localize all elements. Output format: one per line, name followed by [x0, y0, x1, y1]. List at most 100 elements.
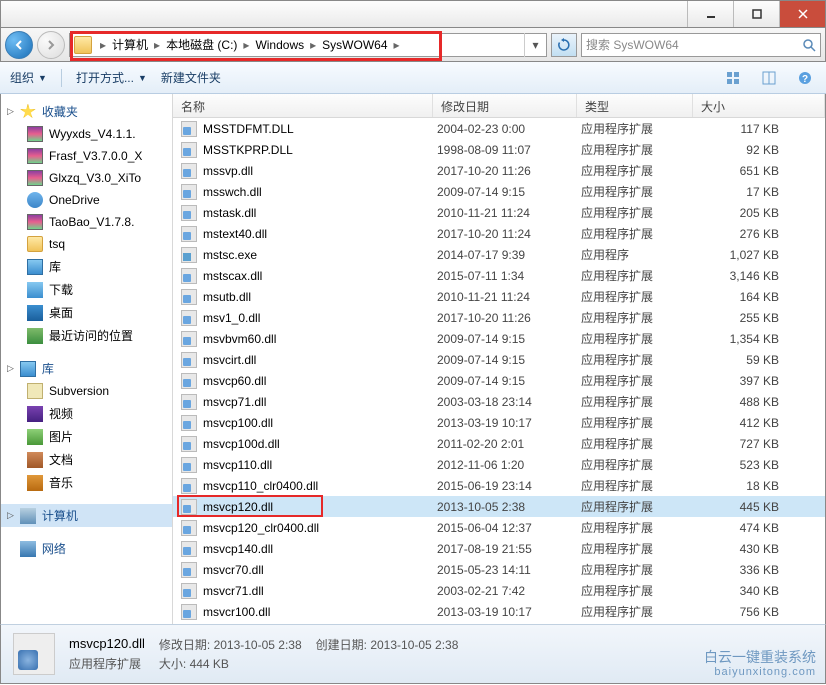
file-icon	[181, 142, 197, 158]
sidebar-item[interactable]: OneDrive	[1, 189, 172, 211]
maximize-button[interactable]	[733, 1, 779, 27]
minimize-button[interactable]	[687, 1, 733, 27]
file-icon	[181, 499, 197, 515]
chevron-right-icon[interactable]: ▸	[239, 38, 253, 52]
sidebar-item[interactable]: 文档	[1, 448, 172, 471]
sidebar-network[interactable]: ▷网络	[1, 537, 172, 560]
file-row[interactable]: msvcp100d.dll2011-02-20 2:01应用程序扩展727 KB	[173, 433, 825, 454]
file-row[interactable]: msvbvm60.dll2009-07-14 9:15应用程序扩展1,354 K…	[173, 328, 825, 349]
file-date: 2017-10-20 11:24	[437, 227, 581, 241]
refresh-button[interactable]	[551, 33, 577, 57]
file-name: msv1_0.dll	[203, 311, 437, 325]
file-row[interactable]: msvcr100.dll2013-03-19 10:17应用程序扩展756 KB	[173, 601, 825, 622]
file-row[interactable]: msv1_0.dll2017-10-20 11:26应用程序扩展255 KB	[173, 307, 825, 328]
file-row[interactable]: msvcp120.dll2013-10-05 2:38应用程序扩展445 KB	[173, 496, 825, 517]
sidebar-item[interactable]: Wyyxds_V4.1.1.	[1, 123, 172, 145]
file-row[interactable]: msvcp60.dll2009-07-14 9:15应用程序扩展397 KB	[173, 370, 825, 391]
sidebar-item[interactable]: 音乐	[1, 471, 172, 494]
file-date: 2014-07-17 9:39	[437, 248, 581, 262]
preview-button[interactable]	[758, 67, 780, 89]
sidebar-item[interactable]: tsq	[1, 233, 172, 255]
new-folder-button[interactable]: 新建文件夹	[161, 69, 221, 86]
file-size: 117 KB	[697, 122, 789, 136]
file-row[interactable]: msvcr71.dll2003-02-21 7:42应用程序扩展340 KB	[173, 580, 825, 601]
chevron-right-icon[interactable]: ▸	[390, 38, 404, 52]
column-size[interactable]: 大小	[693, 94, 825, 117]
sidebar-libraries-head[interactable]: ▷库	[1, 357, 172, 380]
sidebar-item[interactable]: 最近访问的位置	[1, 324, 172, 347]
file-row[interactable]: msvcirt.dll2009-07-14 9:15应用程序扩展59 KB	[173, 349, 825, 370]
sidebar-item[interactable]: 下载	[1, 278, 172, 301]
file-row[interactable]: MSSTDFMT.DLL2004-02-23 0:00应用程序扩展117 KB	[173, 118, 825, 139]
column-type[interactable]: 类型	[577, 94, 693, 117]
chevron-right-icon[interactable]: ▸	[150, 38, 164, 52]
file-row[interactable]: mstext40.dll2017-10-20 11:24应用程序扩展276 KB	[173, 223, 825, 244]
help-button[interactable]: ?	[794, 67, 816, 89]
organize-button[interactable]: 组织 ▼	[10, 69, 47, 86]
file-icon	[181, 310, 197, 326]
file-date: 2009-07-14 9:15	[437, 353, 581, 367]
rar-icon	[27, 148, 43, 164]
chevron-right-icon[interactable]: ▸	[306, 38, 320, 52]
sidebar-item[interactable]: Frasf_V3.7.0.0_X	[1, 145, 172, 167]
file-row[interactable]: msvcp120_clr0400.dll2015-06-04 12:37应用程序…	[173, 517, 825, 538]
file-date: 2003-03-18 23:14	[437, 395, 581, 409]
file-row[interactable]: mstsc.exe2014-07-17 9:39应用程序1,027 KB	[173, 244, 825, 265]
file-type: 应用程序扩展	[581, 120, 697, 137]
chevron-right-icon[interactable]: ▸	[96, 38, 110, 52]
file-row[interactable]: msswch.dll2009-07-14 9:15应用程序扩展17 KB	[173, 181, 825, 202]
file-row[interactable]: mssvp.dll2017-10-20 11:26应用程序扩展651 KB	[173, 160, 825, 181]
search-input[interactable]: 搜索 SysWOW64	[581, 33, 821, 57]
file-type: 应用程序扩展	[581, 225, 697, 242]
file-row[interactable]: msvcp140.dll2017-08-19 21:55应用程序扩展430 KB	[173, 538, 825, 559]
folder-icon	[27, 236, 43, 252]
file-size: 336 KB	[697, 563, 789, 577]
file-row[interactable]: MSSTKPRP.DLL1998-08-09 11:07应用程序扩展92 KB	[173, 139, 825, 160]
sidebar-item[interactable]: 视频	[1, 402, 172, 425]
file-icon	[181, 457, 197, 473]
file-list[interactable]: MSSTDFMT.DLL2004-02-23 0:00应用程序扩展117 KBM…	[173, 118, 825, 624]
sidebar-item[interactable]: Glxzq_V3.0_XiTo	[1, 167, 172, 189]
crumb-drive[interactable]: 本地磁盘 (C:)	[164, 36, 239, 53]
sidebar-item[interactable]: 库	[1, 255, 172, 278]
file-row[interactable]: msvcp110_clr0400.dll2015-06-19 23:14应用程序…	[173, 475, 825, 496]
sidebar-item[interactable]: 桌面	[1, 301, 172, 324]
open-with-button[interactable]: 打开方式... ▼	[76, 69, 147, 86]
sidebar-item[interactable]: TaoBao_V1.7.8.	[1, 211, 172, 233]
file-row[interactable]: msutb.dll2010-11-21 11:24应用程序扩展164 KB	[173, 286, 825, 307]
crumb-windows[interactable]: Windows	[253, 38, 306, 52]
back-button[interactable]	[5, 31, 33, 59]
sidebar-computer[interactable]: ▷计算机	[1, 504, 172, 527]
file-name: mstscax.dll	[203, 269, 437, 283]
address-dropdown[interactable]: ▾	[524, 33, 546, 57]
file-size: 164 KB	[697, 290, 789, 304]
video-icon	[27, 406, 43, 422]
file-icon	[181, 352, 197, 368]
library-icon	[20, 361, 36, 377]
file-row[interactable]: msvcp110.dll2012-11-06 1:20应用程序扩展523 KB	[173, 454, 825, 475]
view-button[interactable]	[722, 67, 744, 89]
forward-button[interactable]	[37, 31, 65, 59]
file-row[interactable]: msvcp100.dll2013-03-19 10:17应用程序扩展412 KB	[173, 412, 825, 433]
close-button[interactable]	[779, 1, 825, 27]
file-type: 应用程序扩展	[581, 141, 697, 158]
column-date[interactable]: 修改日期	[433, 94, 577, 117]
file-row[interactable]: mstscax.dll2015-07-11 1:34应用程序扩展3,146 KB	[173, 265, 825, 286]
sidebar-item[interactable]: 图片	[1, 425, 172, 448]
file-row[interactable]: msvcr70.dll2015-05-23 14:11应用程序扩展336 KB	[173, 559, 825, 580]
file-row[interactable]: mstask.dll2010-11-21 11:24应用程序扩展205 KB	[173, 202, 825, 223]
file-type-icon	[13, 633, 55, 675]
sidebar-item[interactable]: Subversion	[1, 380, 172, 402]
sidebar-favorites-head[interactable]: ▷收藏夹	[1, 100, 172, 123]
file-row[interactable]: msvcp71.dll2003-03-18 23:14应用程序扩展488 KB	[173, 391, 825, 412]
file-icon	[181, 331, 197, 347]
address-bar[interactable]: ▸ 计算机 ▸ 本地磁盘 (C:) ▸ Windows ▸ SysWOW64 ▸…	[69, 33, 547, 57]
crumb-syswow64[interactable]: SysWOW64	[320, 38, 389, 52]
column-name[interactable]: 名称	[173, 94, 433, 117]
crumb-computer[interactable]: 计算机	[110, 36, 150, 53]
file-date: 2004-02-23 0:00	[437, 122, 581, 136]
picture-icon	[27, 429, 43, 445]
file-type: 应用程序扩展	[581, 267, 697, 284]
file-size: 756 KB	[697, 605, 789, 619]
file-date: 2011-02-20 2:01	[437, 437, 581, 451]
